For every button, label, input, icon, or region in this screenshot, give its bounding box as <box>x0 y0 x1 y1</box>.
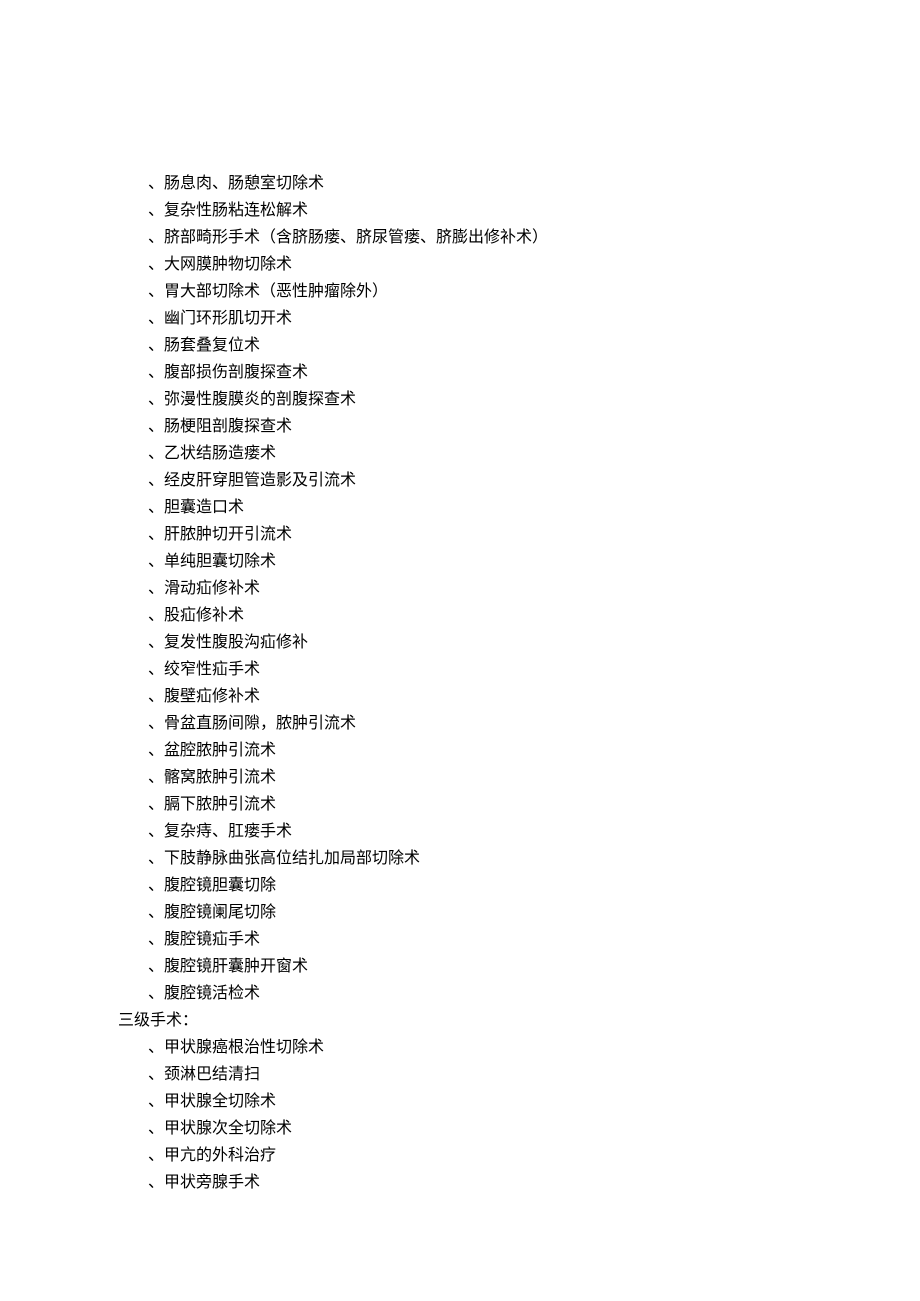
surgery-item: 、腹腔镜疝手术 <box>118 926 860 953</box>
surgery-item: 、复发性腹股沟疝修补 <box>118 629 860 656</box>
surgery-item: 、甲亢的外科治疗 <box>118 1142 860 1169</box>
surgery-item: 、肝脓肿切开引流术 <box>118 521 860 548</box>
surgery-item: 、颈淋巴结清扫 <box>118 1061 860 1088</box>
surgery-item: 、腹腔镜活检术 <box>118 980 860 1007</box>
surgery-item: 、单纯胆囊切除术 <box>118 548 860 575</box>
surgery-item: 、胃大部切除术（恶性肿瘤除外） <box>118 278 860 305</box>
surgery-item: 、股疝修补术 <box>118 602 860 629</box>
surgery-item: 、绞窄性疝手术 <box>118 656 860 683</box>
surgery-item: 、腹腔镜肝囊肿开窗术 <box>118 953 860 980</box>
surgery-item: 、脐部畸形手术（含脐肠瘘、脐尿管瘘、脐膨出修补术） <box>118 224 860 251</box>
section-header-level3: 三级手术： <box>118 1007 860 1034</box>
surgery-list-group-2: 、甲状腺癌根治性切除术、颈淋巴结清扫、甲状腺全切除术、甲状腺次全切除术、甲亢的外… <box>118 1034 860 1196</box>
surgery-item: 、经皮肝穿胆管造影及引流术 <box>118 467 860 494</box>
surgery-item: 、复杂痔、肛瘘手术 <box>118 818 860 845</box>
surgery-item: 、下肢静脉曲张高位结扎加局部切除术 <box>118 845 860 872</box>
surgery-item: 、大网膜肿物切除术 <box>118 251 860 278</box>
surgery-item: 、甲状旁腺手术 <box>118 1169 860 1196</box>
document-page: 、肠息肉、肠憩室切除术、复杂性肠粘连松解术、脐部畸形手术（含脐肠瘘、脐尿管瘘、脐… <box>0 0 920 1256</box>
surgery-item: 、甲状腺癌根治性切除术 <box>118 1034 860 1061</box>
surgery-item: 、乙状结肠造瘘术 <box>118 440 860 467</box>
surgery-list-group-1: 、肠息肉、肠憩室切除术、复杂性肠粘连松解术、脐部畸形手术（含脐肠瘘、脐尿管瘘、脐… <box>118 170 860 1007</box>
surgery-item: 、肠息肉、肠憩室切除术 <box>118 170 860 197</box>
surgery-item: 、复杂性肠粘连松解术 <box>118 197 860 224</box>
surgery-item: 、髂窝脓肿引流术 <box>118 764 860 791</box>
surgery-item: 、肠套叠复位术 <box>118 332 860 359</box>
surgery-item: 、腹壁疝修补术 <box>118 683 860 710</box>
surgery-item: 、弥漫性腹膜炎的剖腹探查术 <box>118 386 860 413</box>
surgery-item: 、肠梗阻剖腹探查术 <box>118 413 860 440</box>
surgery-item: 、盆腔脓肿引流术 <box>118 737 860 764</box>
surgery-item: 、甲状腺次全切除术 <box>118 1115 860 1142</box>
surgery-item: 、幽门环形肌切开术 <box>118 305 860 332</box>
surgery-item: 、腹部损伤剖腹探查术 <box>118 359 860 386</box>
surgery-item: 、腹腔镜阑尾切除 <box>118 899 860 926</box>
surgery-item: 、甲状腺全切除术 <box>118 1088 860 1115</box>
surgery-item: 、滑动疝修补术 <box>118 575 860 602</box>
surgery-item: 、骨盆直肠间隙，脓肿引流术 <box>118 710 860 737</box>
surgery-item: 、胆囊造口术 <box>118 494 860 521</box>
surgery-item: 、腹腔镜胆囊切除 <box>118 872 860 899</box>
surgery-item: 、膈下脓肿引流术 <box>118 791 860 818</box>
